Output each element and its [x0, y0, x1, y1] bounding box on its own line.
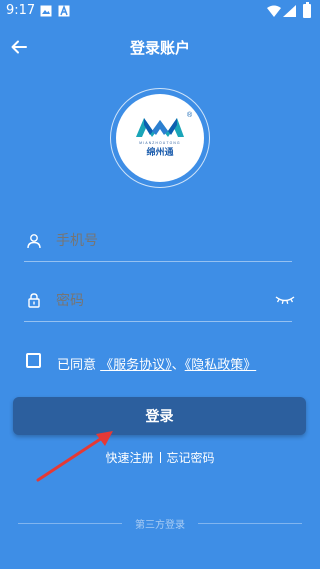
registered-mark: ® [187, 111, 193, 119]
phone-input[interactable] [56, 231, 276, 251]
logo-tagline: MIANZHOUTONG [139, 141, 180, 145]
auxiliary-links: 快速注册 忘记密码 [0, 449, 320, 466]
status-time: 9:17 [6, 3, 36, 18]
wifi-icon [267, 5, 281, 17]
service-agreement-link[interactable]: 《服务协议》 [100, 358, 172, 373]
agreement-separator: 、 [171, 358, 185, 373]
agreement-prefix: 已同意 [57, 358, 97, 373]
third-party-login-label: 第三方登录 [135, 520, 185, 531]
quick-register-link[interactable]: 快速注册 [105, 451, 153, 465]
links-divider [159, 452, 161, 463]
phone-underline [24, 261, 292, 262]
agreement-text: 已同意 《服务协议》、《隐私政策》 [57, 354, 256, 373]
signal-icon [283, 5, 296, 17]
password-underline [24, 321, 292, 322]
status-bar: 9:17 [0, 0, 320, 24]
mianzhoutong-logo: ® MIANZHOUTONG 绵州通 [136, 111, 193, 158]
logo-brand-text: 绵州通 [146, 146, 173, 158]
battery-icon [303, 4, 311, 18]
lock-icon [28, 293, 40, 308]
user-icon [27, 234, 41, 249]
page-title: 登录账户 [129, 39, 190, 57]
password-input[interactable] [56, 291, 256, 311]
privacy-policy-link[interactable]: 《隐私政策》 [185, 358, 257, 373]
agreement-checkbox[interactable] [26, 353, 41, 368]
eye-closed-icon[interactable] [275, 294, 295, 306]
text-a-icon [58, 5, 70, 17]
forgot-password-link[interactable]: 忘记密码 [167, 451, 215, 465]
image-icon [40, 5, 52, 17]
